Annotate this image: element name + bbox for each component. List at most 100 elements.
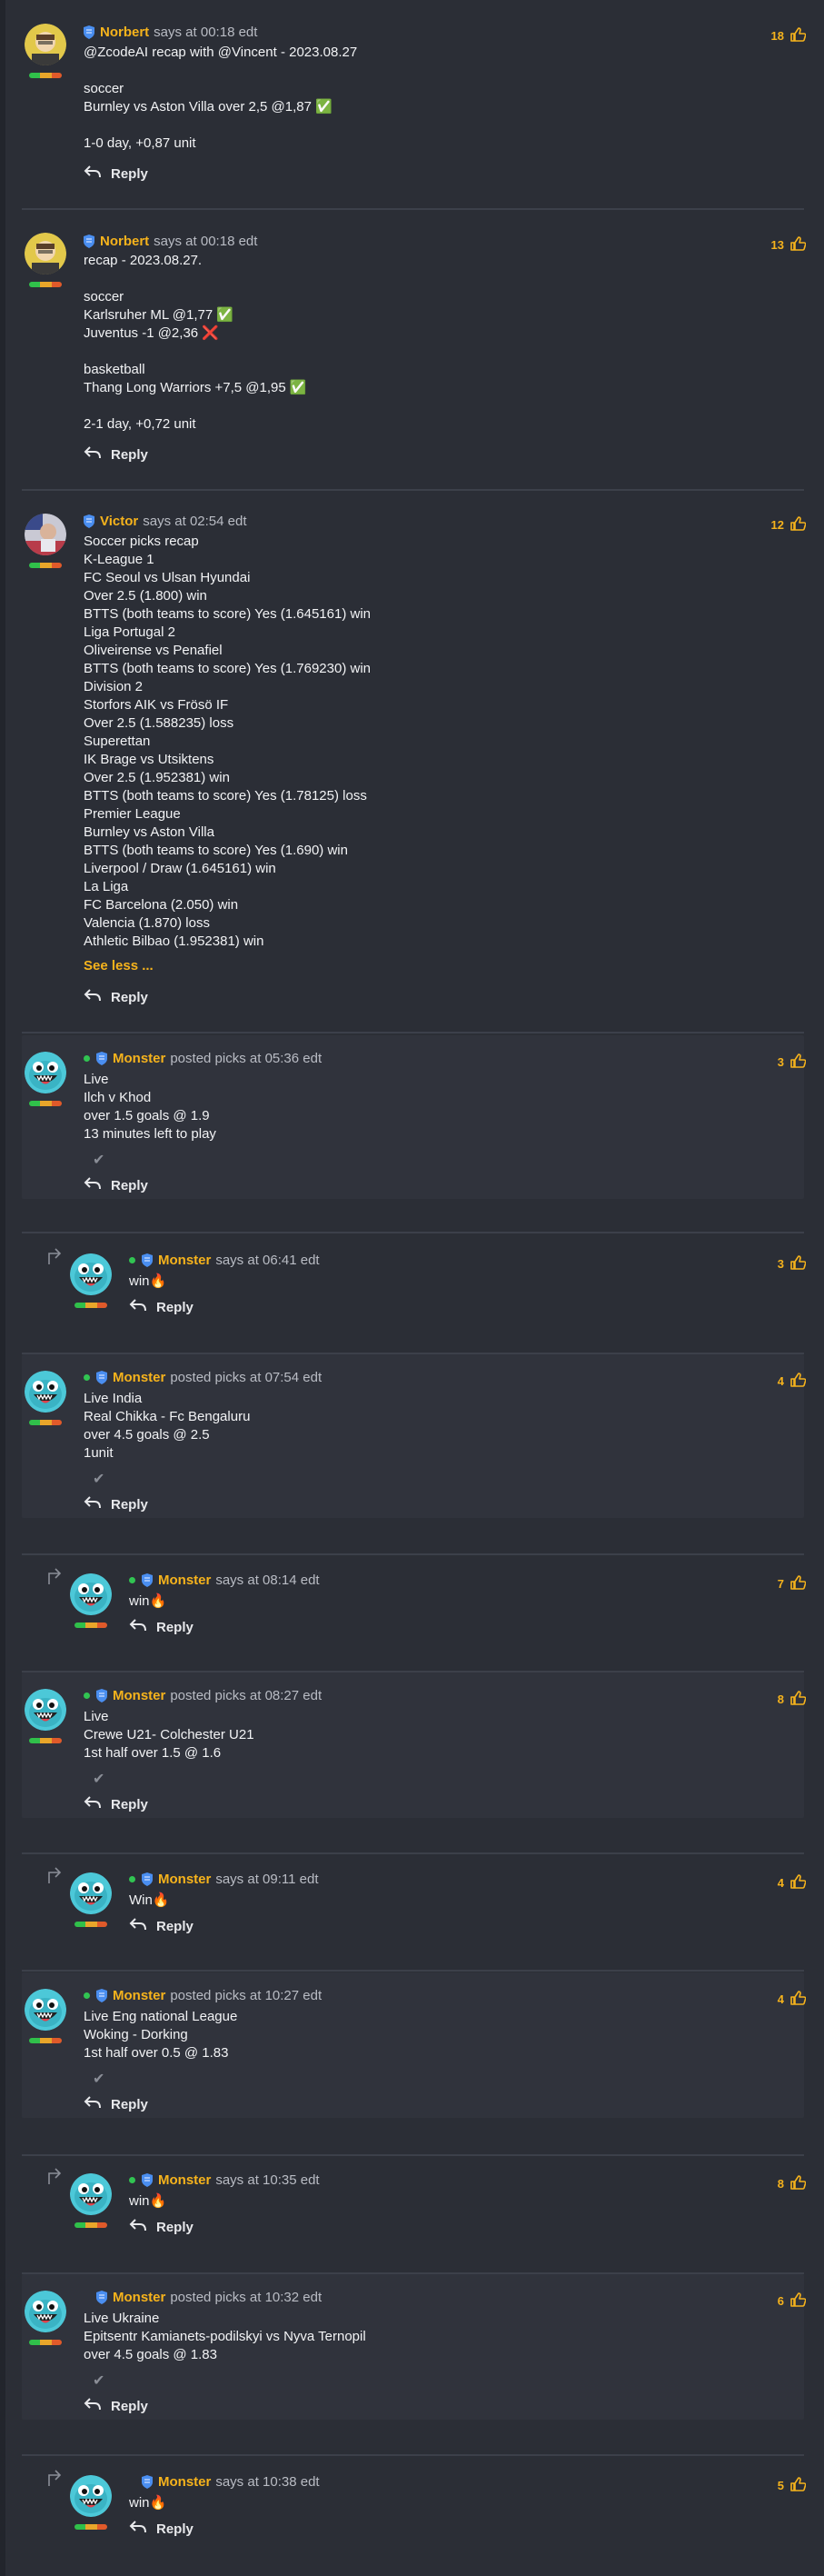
reply-label: Reply [156,2219,194,2235]
like-button[interactable]: 18 [771,26,807,45]
thumbs-up-icon [789,2291,807,2311]
avatar[interactable] [70,2173,112,2215]
like-button[interactable]: 4 [778,1873,807,1892]
reply-button[interactable]: Reply [84,445,148,464]
like-button[interactable]: 3 [777,1053,807,1072]
avatar[interactable] [70,1573,112,1615]
action-label: posted picks at [170,1988,262,2003]
like-button[interactable]: 6 [778,2291,807,2311]
author-name[interactable]: Victor [100,514,138,529]
separator [22,208,804,210]
like-button[interactable]: 4 [777,1990,807,2009]
avatar[interactable] [70,1872,112,1914]
author-name[interactable]: Monster [113,1370,165,1385]
checkmark-icon: ✔ [93,2373,105,2389]
reply-button[interactable]: Reply [84,165,148,183]
reply-button[interactable]: Reply [84,988,148,1006]
reply-button[interactable]: Reply [129,1618,194,1636]
thumbs-up-icon [789,26,807,45]
comment-header: Monster says at 08:14 edt [129,1572,320,1593]
author-name[interactable]: Monster [113,1688,165,1703]
like-count: 4 [777,1992,784,2006]
author-name[interactable]: Norbert [100,234,149,249]
like-button[interactable]: 8 [778,2174,807,2193]
like-button[interactable]: 7 [778,1574,807,1593]
separator [22,489,804,491]
avatar[interactable] [70,2475,112,2517]
reply-button[interactable]: Reply [84,2397,148,2415]
reply-label: Reply [111,2398,148,2414]
author-name[interactable]: Monster [113,1988,165,2003]
reply-button[interactable]: Reply [129,1917,194,1935]
reply-button[interactable]: Reply [84,1176,148,1194]
user-level-bar [29,282,62,287]
author-name[interactable]: Monster [158,1253,211,1268]
comment-header: Victor says at 02:54 edt [84,513,247,534]
author-name[interactable]: Monster [113,1051,165,1066]
reply-arrow-icon [84,445,102,464]
avatar[interactable] [25,1689,66,1731]
comment-body: win🔥 [129,2193,167,2209]
author-name[interactable]: Monster [158,1872,211,1887]
online-status-dot [129,1577,135,1583]
avatar[interactable] [70,1253,112,1295]
author-name[interactable]: Norbert [100,25,149,40]
comment-header: Monster says at 06:41 edt [129,1252,320,1273]
like-count: 8 [777,1692,784,1706]
like-count: 12 [770,518,784,532]
reply-button[interactable]: Reply [84,2095,148,2113]
like-count: 3 [777,1055,784,1069]
comment-header: Monster posted picks at 10:27 edt [84,1987,322,2008]
avatar[interactable] [25,1052,66,1093]
online-status-dot [84,1374,90,1381]
avatar[interactable] [25,514,66,555]
author-name[interactable]: Monster [158,2474,211,2490]
user-level-bar [74,1622,107,1628]
like-button[interactable]: 3 [778,1254,807,1273]
comment-body: Win🔥 [129,1892,170,1908]
author-name[interactable]: Monster [113,2290,165,2305]
like-button[interactable]: 13 [771,235,807,255]
comment-time: 09:11 edt [263,1872,319,1887]
like-button[interactable]: 4 [778,1372,807,1391]
like-button[interactable]: 12 [770,515,807,534]
like-button[interactable]: 8 [777,1690,807,1709]
avatar[interactable] [25,1371,66,1413]
comment-time: 10:32 edt [264,2290,323,2305]
reply-label: Reply [111,446,148,463]
shield-badge-icon [142,1573,153,1593]
like-button[interactable]: 5 [778,2476,807,2495]
avatar[interactable] [25,233,66,275]
reply-button[interactable]: Reply [129,2218,194,2236]
reply-arrow-icon [129,1298,147,1316]
online-status-dot [84,1992,90,1999]
action-label: posted picks at [170,1370,262,1385]
thumbs-up-icon [789,1990,807,2009]
reply-label: Reply [156,1619,194,1635]
user-level-bar [74,2524,107,2530]
see-less-link[interactable]: See less ... [84,958,154,973]
checkmark-icon: ✔ [93,1772,105,1787]
reply-arrow-icon [129,2218,147,2236]
comment-body: Live India Real Chikka - Fc Bengaluru ov… [84,1391,251,1461]
reply-button[interactable]: Reply [129,1298,194,1316]
shield-badge-icon [96,1689,107,1708]
avatar[interactable] [25,2291,66,2332]
comment-body: Soccer picks recap K-League 1 FC Seoul v… [84,534,371,949]
reply-label: Reply [111,1496,148,1513]
shield-badge-icon [96,2291,107,2310]
shield-badge-icon [142,2173,153,2192]
reply-label: Reply [111,1177,148,1193]
avatar[interactable] [25,24,66,65]
author-name[interactable]: Monster [158,1573,211,1588]
reply-arrow-icon [129,1618,147,1636]
comment-feed: Norbert says at 00:18 edt @ZcodeAI recap … [0,0,824,2576]
nested-reply-arrow-icon [44,1568,64,1591]
reply-button[interactable]: Reply [129,2520,194,2538]
avatar[interactable] [25,1989,66,2031]
thumbs-up-icon [789,235,807,255]
reply-button[interactable]: Reply [84,1495,148,1513]
comment-body: Live Ilch v Khod over 1.5 goals @ 1.9 13… [84,1072,216,1142]
author-name[interactable]: Monster [158,2172,211,2188]
reply-button[interactable]: Reply [84,1795,148,1813]
